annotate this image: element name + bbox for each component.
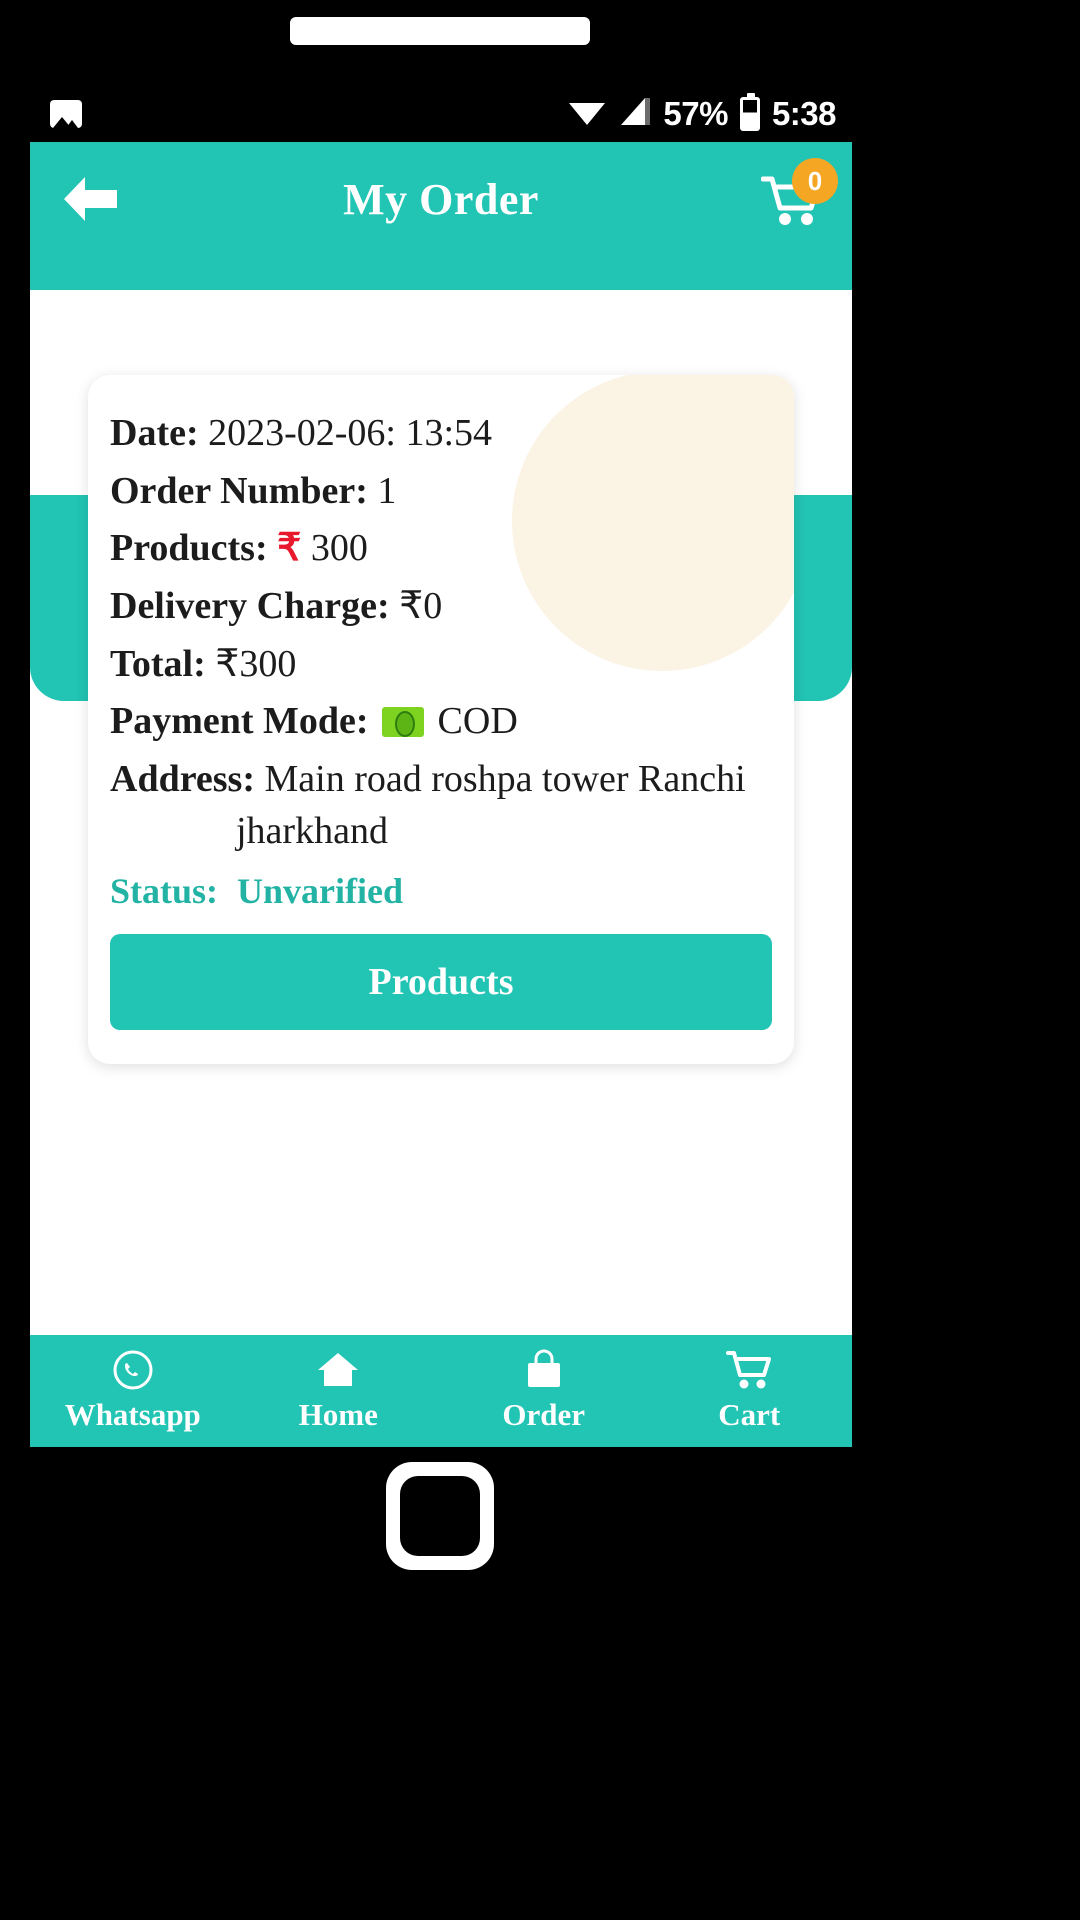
nav-item-whatsapp[interactable]: Whatsapp	[30, 1349, 236, 1433]
phone-screen: 57% 5:38 My Order 0 Date: 2023-02-06: 13…	[30, 85, 852, 1447]
status-bar-right: 57% 5:38	[567, 92, 837, 133]
nav-item-home[interactable]: Home	[236, 1349, 442, 1433]
products-amount-label: Products:	[110, 527, 268, 570]
battery-icon	[739, 92, 760, 131]
products-button[interactable]: Products	[110, 934, 772, 1030]
status-bar: 57% 5:38	[30, 85, 852, 142]
order-details-card: Date: 2023-02-06: 13:54 Order Number: 1 …	[88, 375, 794, 1064]
order-number-row: Order Number: 1	[110, 467, 772, 516]
order-number-label: Order Number:	[110, 469, 368, 512]
nav-item-cart[interactable]: Cart	[647, 1349, 853, 1433]
app-bar: My Order 0	[30, 142, 852, 290]
nav-label-order: Order	[502, 1397, 586, 1432]
nav-label-whatsapp: Whatsapp	[64, 1397, 201, 1432]
back-button[interactable]	[30, 168, 150, 229]
phone-speaker	[290, 17, 590, 45]
shopping-bag-icon	[524, 1349, 564, 1391]
delivery-charge-row: Delivery Charge: ₹0	[110, 582, 772, 631]
payment-mode-label: Payment Mode:	[110, 700, 369, 743]
status-row: Status: Unvarified	[110, 870, 772, 912]
battery-percentage: 57%	[663, 94, 728, 132]
total-label: Total:	[110, 642, 206, 685]
home-button-inner	[400, 1476, 480, 1556]
cart-button[interactable]: 0	[732, 158, 852, 233]
cellular-signal-icon	[619, 95, 651, 132]
back-arrow-icon	[59, 174, 121, 229]
address-row: Address: Main road roshpa tower Ranchi j…	[110, 755, 772, 856]
products-amount-row: Products: ₹ 300	[110, 524, 772, 573]
delivery-charge-value: ₹0	[399, 584, 443, 627]
wifi-icon	[567, 95, 607, 132]
payment-mode-row: Payment Mode: COD	[110, 697, 772, 746]
whatsapp-icon	[112, 1349, 154, 1391]
phone-frame: 57% 5:38 My Order 0 Date: 2023-02-06: 13…	[0, 0, 1080, 1920]
nav-label-home: Home	[298, 1397, 378, 1432]
payment-mode-value: COD	[437, 700, 518, 743]
nav-label-cart: Cart	[718, 1397, 781, 1432]
total-value: ₹300	[215, 642, 297, 685]
content-area: Date: 2023-02-06: 13:54 Order Number: 1 …	[30, 290, 852, 1447]
shopping-cart-icon	[726, 1349, 772, 1391]
banknote-icon	[382, 707, 425, 738]
products-amount-value: 300	[310, 527, 368, 570]
status-bar-left	[50, 99, 567, 128]
total-row: Total: ₹300	[110, 640, 772, 689]
address-line-2: jharkhand	[236, 810, 388, 853]
status-label: Status:	[110, 871, 219, 911]
bottom-navigation-bar: Whatsapp Home Order Cart	[30, 1335, 852, 1447]
rupee-symbol-icon: ₹	[277, 527, 302, 570]
cart-badge: 0	[792, 158, 838, 204]
address-line-1: Main road roshpa tower Ranchi	[264, 757, 746, 800]
order-number-value: 1	[377, 469, 397, 512]
nav-item-order[interactable]: Order	[441, 1349, 647, 1433]
delivery-charge-label: Delivery Charge:	[110, 584, 390, 627]
order-date-value: 2023-02-06: 13:54	[208, 412, 493, 454]
page-title: My Order	[343, 175, 539, 224]
home-icon	[316, 1349, 360, 1391]
status-bar-clock: 5:38	[771, 94, 837, 132]
photo-icon	[50, 99, 82, 128]
order-date-row: Date: 2023-02-06: 13:54	[110, 409, 772, 458]
address-label: Address:	[110, 757, 255, 800]
order-date-label: Date:	[110, 412, 199, 454]
status-badge: Unvarified	[237, 871, 404, 911]
